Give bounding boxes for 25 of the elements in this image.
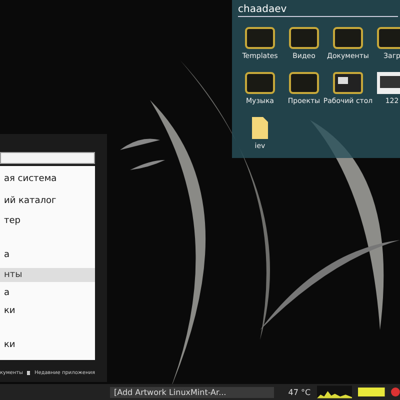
wallpaper-swoosh [120, 138, 160, 150]
menu-item[interactable]: а [0, 248, 95, 262]
menu-item[interactable]: ий каталог [0, 194, 95, 208]
folder-icon[interactable] [245, 72, 275, 94]
menu-item[interactable]: а [0, 286, 95, 300]
taskbar-button[interactable]: [Add Artwork LinuxMint-Ar... [110, 386, 274, 398]
stop-icon[interactable] [391, 387, 400, 397]
folder-path-title: chaadaev [238, 4, 398, 17]
menu-item[interactable]: тер [0, 214, 95, 228]
wallpaper-swoosh [130, 160, 165, 170]
meter-bar-icon [358, 387, 386, 397]
folder-icon[interactable] [289, 72, 319, 94]
document-icon[interactable] [252, 117, 268, 139]
folder-icon[interactable] [245, 27, 275, 49]
menu-item[interactable]: нты [0, 268, 95, 282]
menu-item[interactable]: ки [0, 304, 95, 318]
image-thumbnail-icon[interactable] [377, 72, 400, 94]
folder-icon[interactable] [289, 27, 319, 49]
menu-item[interactable]: ки [0, 338, 95, 352]
menu-item[interactable]: ая система [0, 172, 95, 186]
folder-icon[interactable] [377, 27, 400, 49]
desktop-folder-icon[interactable] [333, 72, 363, 94]
temperature-reading: 47 °C [288, 388, 311, 396]
folder-icon[interactable] [333, 27, 363, 49]
search-field[interactable] [0, 152, 95, 164]
